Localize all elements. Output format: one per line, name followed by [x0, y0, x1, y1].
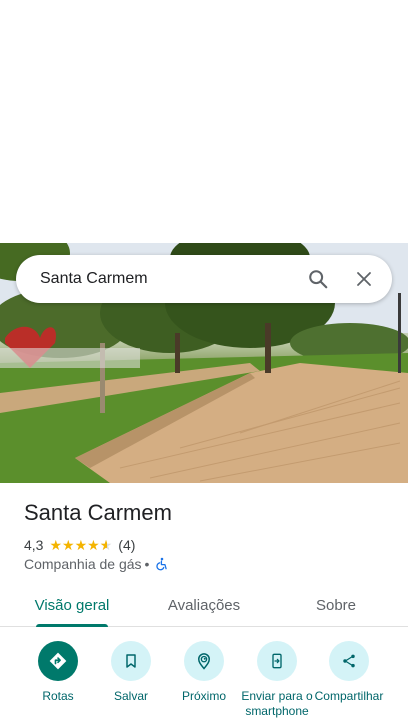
- star-icon: ★: [87, 537, 100, 553]
- send-to-phone-label: Enviar para o smartphone: [241, 689, 313, 718]
- share-label: Compartilhar: [314, 689, 384, 703]
- nearby-button[interactable]: Próximo: [166, 641, 242, 704]
- review-count[interactable]: (4): [118, 537, 135, 553]
- category-row: Companhia de gás •: [24, 556, 169, 572]
- bookmark-icon[interactable]: [111, 641, 151, 681]
- star-icon: ★: [62, 537, 75, 553]
- active-tab-indicator: [36, 624, 108, 627]
- directions-button[interactable]: Rotas: [20, 641, 96, 704]
- tab-about[interactable]: Sobre: [280, 583, 392, 627]
- save-label: Salvar: [113, 689, 148, 703]
- send-to-phone-button[interactable]: Enviar para o smartphone: [239, 641, 315, 719]
- tab-reviews[interactable]: Avaliações: [148, 583, 260, 627]
- directions-label: Rotas: [42, 689, 74, 703]
- nearby-icon[interactable]: [184, 641, 224, 681]
- directions-icon[interactable]: [38, 641, 78, 681]
- share-icon[interactable]: [329, 641, 369, 681]
- search-input[interactable]: Santa Carmem: [40, 270, 298, 288]
- wheelchair-icon[interactable]: [155, 557, 169, 571]
- place-category[interactable]: Companhia de gás: [24, 556, 142, 572]
- search-bar[interactable]: Santa Carmem: [16, 255, 392, 303]
- place-title: Santa Carmem: [24, 500, 172, 525]
- rating-value: 4,3: [24, 537, 44, 553]
- save-button[interactable]: Salvar: [93, 641, 169, 704]
- send-to-phone-icon[interactable]: [257, 641, 297, 681]
- tab-overview[interactable]: Visão geral: [16, 583, 128, 627]
- share-button[interactable]: Compartilhar: [311, 641, 387, 704]
- star-icon: ★: [74, 537, 88, 553]
- close-icon[interactable]: [344, 259, 384, 299]
- star-rating: ★ ★ ★ ★ ★: [49, 538, 112, 552]
- search-icon[interactable]: [298, 259, 338, 299]
- star-icon: ★: [49, 537, 63, 553]
- map-area[interactable]: [0, 0, 408, 243]
- tab-bar: Visão geral Avaliações Sobre: [0, 583, 408, 627]
- rating-row[interactable]: 4,3 ★ ★ ★ ★ ★ (4): [24, 536, 135, 554]
- nearby-label: Próximo: [181, 689, 226, 703]
- separator-dot: •: [144, 556, 150, 572]
- star-half-icon: ★: [100, 538, 113, 552]
